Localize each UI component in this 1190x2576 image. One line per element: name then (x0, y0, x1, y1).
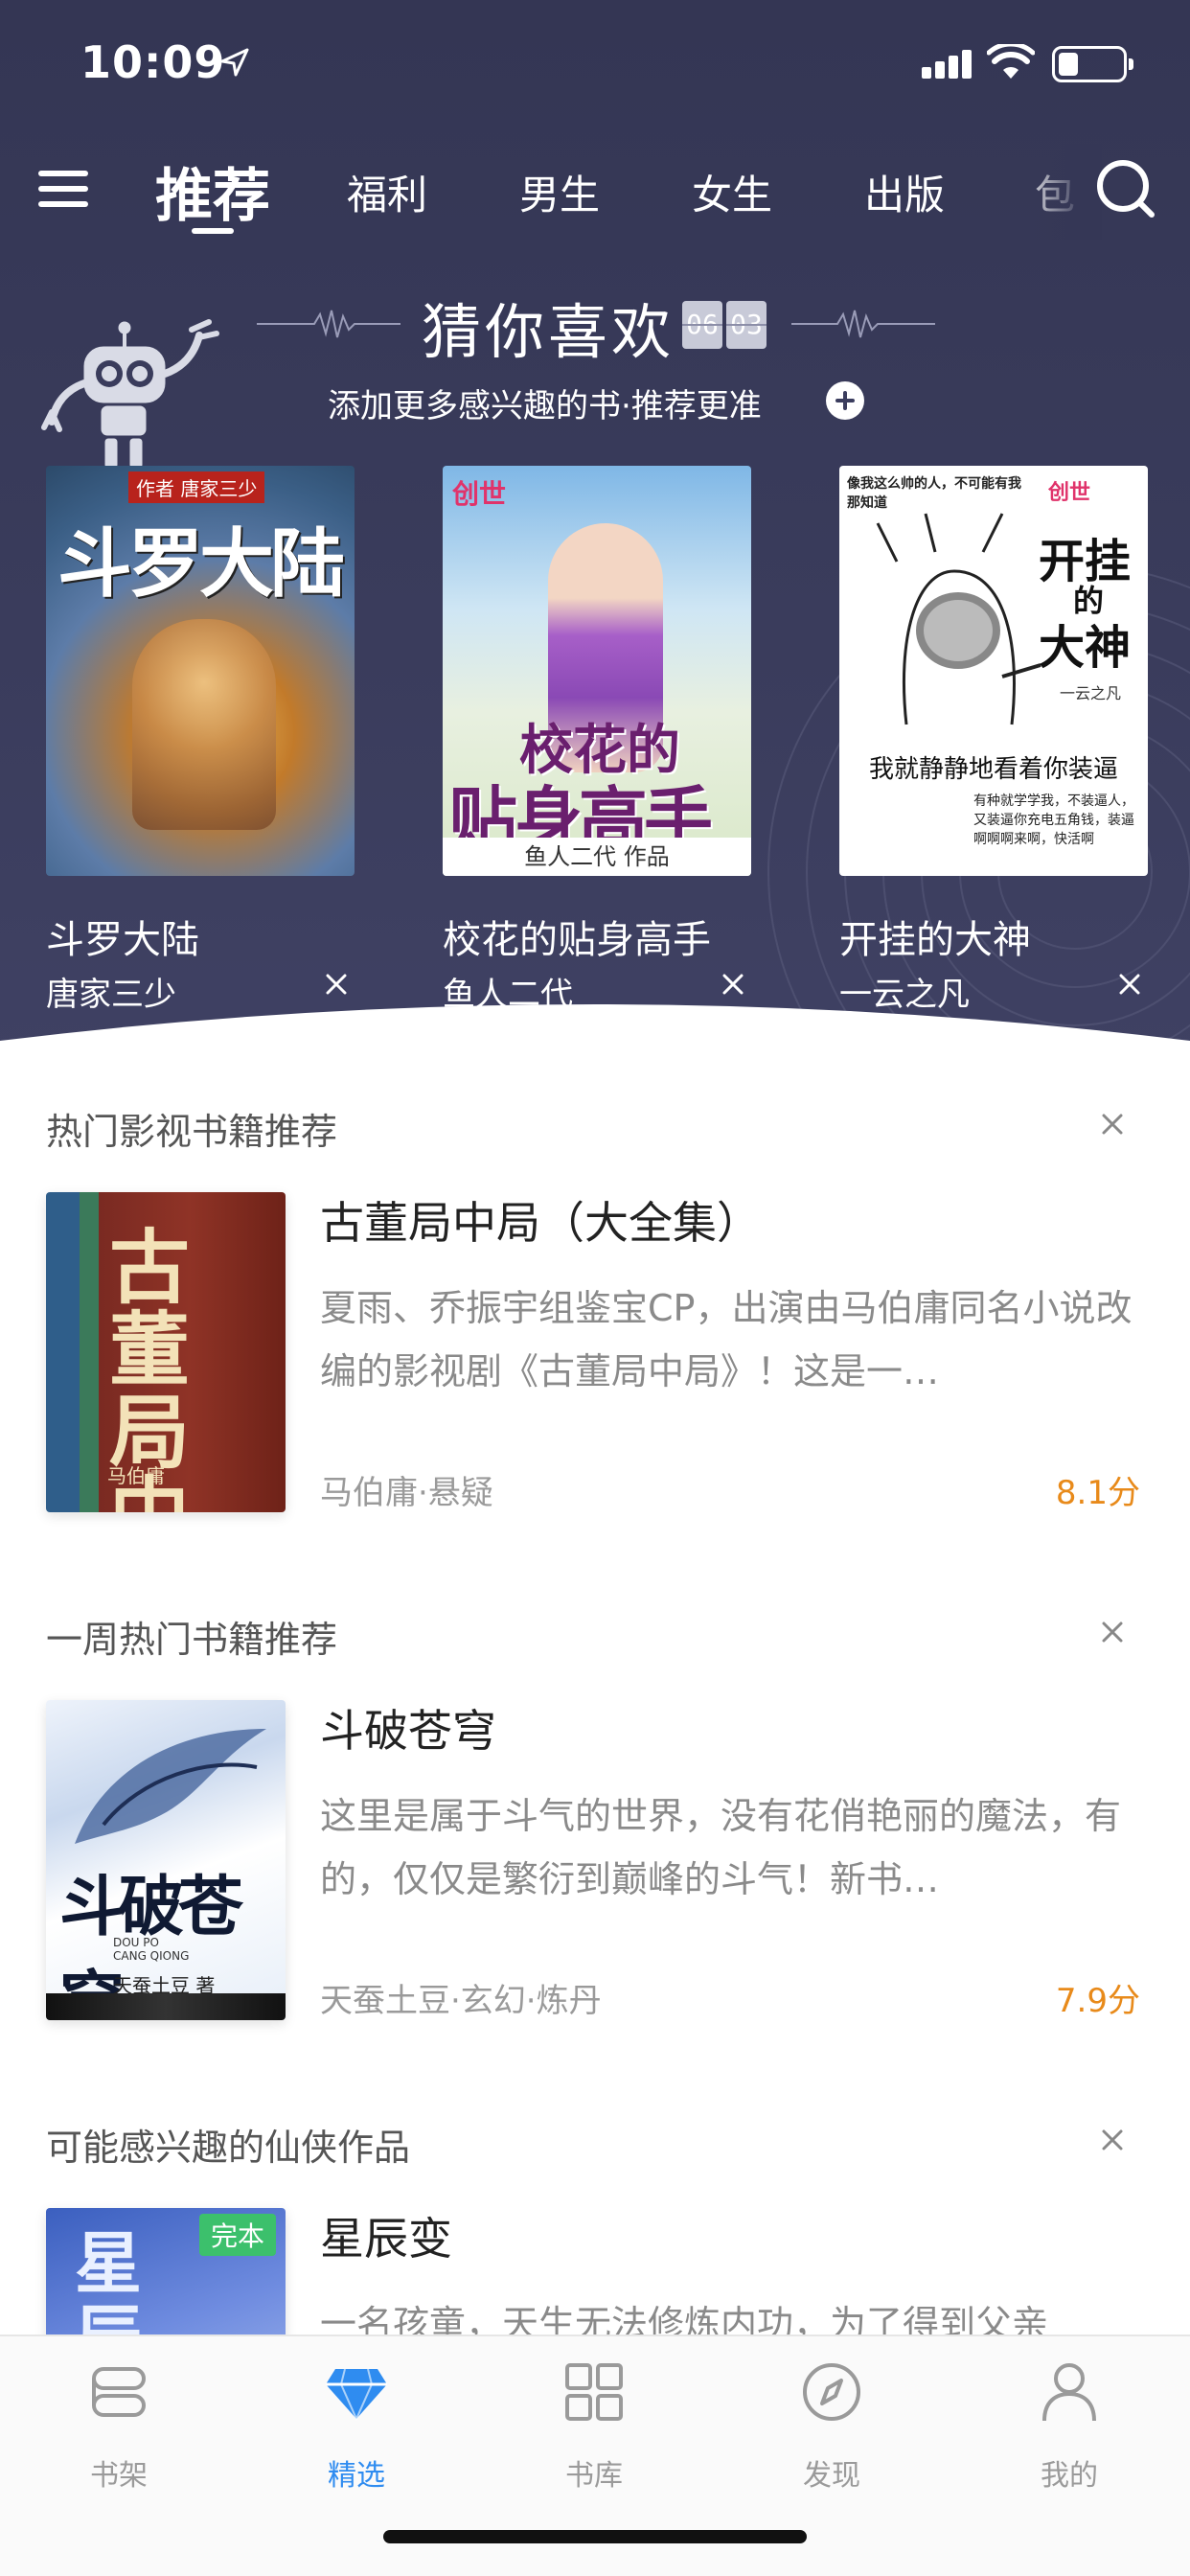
tab-label: 书架 (90, 2459, 148, 2493)
cover-author: 马伯庸 (107, 1464, 165, 1487)
section-heading: 热门影视书籍推荐 (46, 1111, 338, 1153)
robot-mascot-icon (41, 319, 219, 469)
book-title[interactable]: 斗破苍穹 (320, 1696, 496, 1760)
tab-bookshelf[interactable]: 书架 (52, 2358, 186, 2501)
add-interest-icon[interactable] (826, 381, 864, 420)
wave-decoration-right (791, 310, 935, 338)
tab-label: 书库 (565, 2459, 623, 2493)
book-title[interactable]: 古董局中局（大全集） (320, 1188, 761, 1252)
close-icon[interactable] (1098, 1618, 1127, 1646)
tab-label: 发现 (803, 2459, 860, 2493)
tab-label: 精选 (328, 2459, 385, 2493)
tab-recommend[interactable]: 推荐 (155, 150, 270, 233)
book-cover[interactable]: 古董局中局 马伯庸 (46, 1192, 286, 1512)
book-meta: 天蚕土豆·玄幻·炼丹 (320, 1982, 602, 2020)
tab-publish[interactable]: 出版 (864, 163, 945, 221)
book-description: 这里是属于斗气的世界，没有花俏艳丽的魔法，有的，仅仅是繁衍到巅峰的斗气！新书… (320, 1795, 1122, 1900)
cover-author: 一云之凡 (1060, 684, 1122, 702)
book-cover[interactable]: 创世 校花的 贴身高手 鱼人二代 作品 (443, 466, 751, 876)
hero-banner: 10:09 推荐 福利 男生 女生 出版 包 (0, 0, 1190, 1064)
dragon-illustration (75, 1729, 266, 1844)
tab-library[interactable]: 书库 (527, 2358, 661, 2501)
tab-profile[interactable]: 我的 (1002, 2358, 1136, 2501)
search-icon[interactable] (1094, 157, 1157, 220)
tab-male[interactable]: 男生 (519, 163, 600, 221)
cover-brand: 创世 (452, 478, 507, 510)
cover-brand: 创世 (1048, 481, 1091, 505)
active-tab-indicator (192, 228, 234, 234)
book-description: 一名孩童，天生无法修炼内功，为了得到父亲 (320, 2303, 1049, 2334)
date-box-day: 06 (682, 301, 722, 349)
book-title: 校花的贴身高手 (443, 918, 711, 962)
cover-title-line3: 大神 (1039, 621, 1132, 675)
book-cover[interactable]: 斗罗大陆 作者 唐家三少 (46, 466, 355, 876)
book-score: 7.9分 (1055, 1982, 1140, 2020)
cover-author: 鱼人二代 作品 (443, 838, 751, 876)
grid-icon (565, 2363, 623, 2421)
location-arrow-icon (220, 48, 249, 77)
cover-author-tag: 作者 唐家三少 (128, 472, 265, 503)
status-bar: 10:09 (0, 0, 1190, 126)
book-title: 斗罗大陆 (46, 918, 199, 962)
guess-subtitle[interactable]: 添加更多感兴趣的书·推荐更准 (328, 380, 762, 426)
cover-bottom-text: 有种就学学我，不装逼人，又装逼你充电五角钱，装逼啊啊啊来啊，快活啊 (973, 794, 1134, 847)
menu-icon[interactable] (38, 167, 88, 211)
status-time: 10:09 (80, 36, 226, 88)
date-box-sec: 03 (726, 301, 767, 349)
book-score: 8.1分 (1055, 1474, 1140, 1512)
cover-pinyin: DOU PO CANG QIONG (113, 1936, 190, 1963)
person-icon (1042, 2363, 1096, 2422)
book-cover[interactable]: 斗破苍穹 DOU PO CANG QIONG 天蚕土豆 著 (46, 1700, 286, 2020)
meme-face-illustration (876, 513, 1041, 725)
tab-female[interactable]: 女生 (692, 163, 772, 221)
bookshelf-icon (92, 2367, 146, 2417)
compass-icon (803, 2363, 860, 2421)
diamond-icon (326, 2368, 387, 2422)
book-description: 夏雨、乔振宇组鉴宝CP，出演由马伯庸同名小说改编的影视剧《古董局中局》！这是一… (320, 1287, 1133, 1392)
top-nav: 推荐 福利 男生 女生 出版 包 (0, 144, 1190, 240)
close-icon[interactable] (1098, 1110, 1127, 1138)
close-icon[interactable] (1098, 2126, 1127, 2154)
section-heading: 可能感兴趣的仙侠作品 (46, 2127, 411, 2169)
cover-mid-text: 我就静静地看着你装逼 (868, 755, 1118, 784)
tab-featured[interactable]: 精选 (289, 2358, 423, 2501)
book-meta: 马伯庸·悬疑 (320, 1474, 493, 1512)
battery-icon (1052, 46, 1133, 82)
tab-discover[interactable]: 发现 (765, 2358, 899, 2501)
section-heading: 一周热门书籍推荐 (46, 1619, 338, 1661)
book-cover[interactable]: 像我这么帅的人，不可能有我那知道 创世 开挂 的 大神 一云之凡 我就静静地看着… (839, 466, 1148, 876)
book-title[interactable]: 星辰变 (320, 2204, 452, 2267)
complete-badge: 完本 (198, 2214, 276, 2256)
wave-decoration-left (257, 310, 400, 338)
home-indicator[interactable] (383, 2530, 807, 2543)
cover-title: 斗罗大陆 (57, 520, 345, 608)
guess-title: 猜你喜欢 (422, 297, 675, 367)
tab-label: 我的 (1041, 2459, 1098, 2493)
tab-welfare[interactable]: 福利 (347, 163, 427, 221)
wifi-icon (987, 44, 1035, 79)
book-title: 开挂的大神 (839, 918, 1031, 962)
hero-bottom-curve (0, 1004, 1190, 1064)
cellular-signal-icon (922, 50, 972, 79)
